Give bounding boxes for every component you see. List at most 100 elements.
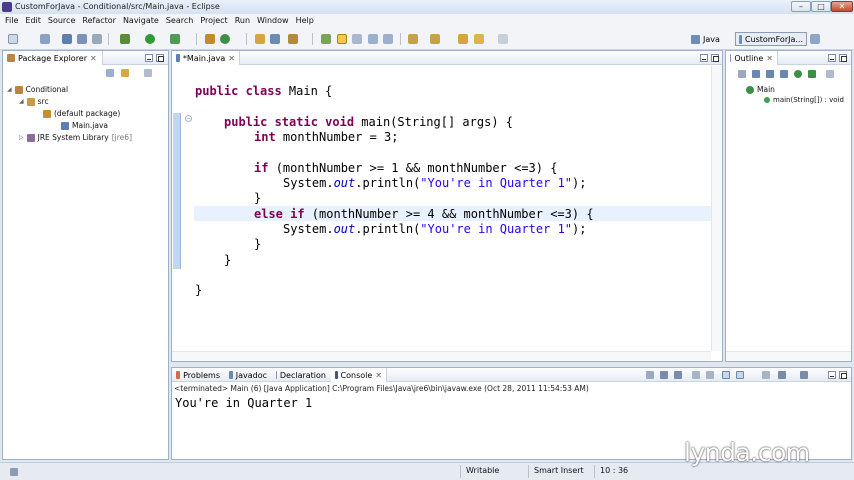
code-line[interactable]: } xyxy=(254,191,261,206)
show-whitespace-icon[interactable] xyxy=(368,34,378,44)
collapse-arrow-icon[interactable]: ▷ xyxy=(19,134,24,141)
previous-annotation-icon[interactable] xyxy=(430,34,440,44)
outline-item-method[interactable]: main(String[]) : void xyxy=(764,96,844,104)
new-java-package-icon[interactable] xyxy=(205,34,215,44)
close-icon[interactable]: ✕ xyxy=(90,54,97,63)
block-selection-icon[interactable] xyxy=(352,34,362,44)
debug-icon[interactable] xyxy=(120,34,130,44)
tree-item-main-java[interactable]: Main.java xyxy=(61,121,108,130)
menu-help[interactable]: Help xyxy=(294,14,319,28)
menu-navigate[interactable]: Navigate xyxy=(121,14,164,28)
toggle-annotation-icon[interactable] xyxy=(321,34,331,44)
menu-refactor[interactable]: Refactor xyxy=(80,14,121,28)
hide-non-public-icon[interactable] xyxy=(780,70,788,78)
tab-problems[interactable]: Problems xyxy=(172,368,224,382)
tab-package-explorer[interactable]: Package Explorer ✕ xyxy=(3,51,103,65)
hide-local-types-icon[interactable] xyxy=(794,70,802,78)
console-output[interactable]: You're in Quarter 1 xyxy=(175,396,312,410)
maximize-view-button[interactable] xyxy=(156,54,164,62)
code-line[interactable]: int monthNumber = 3; xyxy=(254,130,399,145)
editor-horizontal-scrollbar[interactable] xyxy=(172,351,711,361)
perspective-java[interactable]: Java xyxy=(688,32,723,46)
terminate-icon[interactable] xyxy=(646,371,654,379)
outline-item-class[interactable]: Main xyxy=(746,85,775,94)
minimize-view-button[interactable] xyxy=(145,54,153,62)
menu-edit[interactable]: Edit xyxy=(23,14,46,28)
save-icon[interactable] xyxy=(62,34,72,44)
view-menu-icon[interactable] xyxy=(144,69,152,77)
expand-arrow-icon[interactable]: ◢ xyxy=(7,86,12,93)
view-menu-icon[interactable] xyxy=(826,70,834,78)
menu-window[interactable]: Window xyxy=(255,14,294,28)
next-annotation-icon[interactable] xyxy=(408,34,418,44)
fold-toggle-icon[interactable]: − xyxy=(185,115,192,122)
close-icon[interactable]: ✕ xyxy=(228,54,235,63)
external-tools-icon[interactable] xyxy=(170,34,180,44)
maximize-editor-button[interactable] xyxy=(711,54,719,62)
minimize-view-button[interactable] xyxy=(828,371,836,379)
collapse-all-icon[interactable] xyxy=(106,69,114,77)
close-button[interactable]: ✕ xyxy=(831,1,853,12)
tree-item-default-package[interactable]: (default package) xyxy=(43,109,120,118)
pin-console-icon[interactable] xyxy=(762,371,770,379)
editor-vertical-scrollbar[interactable] xyxy=(711,66,722,351)
close-icon[interactable]: ✕ xyxy=(375,371,382,380)
outline-horizontal-scrollbar[interactable] xyxy=(726,351,851,361)
code-line[interactable]: else if (monthNumber >= 4 && monthNumber… xyxy=(254,207,594,222)
tree-item-project[interactable]: ◢ Conditional xyxy=(7,85,68,94)
print-icon[interactable] xyxy=(92,34,102,44)
menu-file[interactable]: File xyxy=(3,14,23,28)
open-perspective-icon[interactable] xyxy=(810,34,820,44)
tree-item-jre[interactable]: ▷ JRE System Library [jre6] xyxy=(19,133,132,142)
scroll-lock-icon[interactable] xyxy=(706,371,714,379)
hide-static-icon[interactable] xyxy=(766,70,774,78)
show-on-stdout-icon[interactable] xyxy=(722,371,730,379)
hide-fields-icon[interactable] xyxy=(752,70,760,78)
show-source-icon[interactable] xyxy=(383,34,393,44)
menu-run[interactable]: Run xyxy=(233,14,255,28)
expand-arrow-icon[interactable]: ◢ xyxy=(19,98,24,105)
tab-outline[interactable]: Outline ✕ xyxy=(726,51,778,65)
display-console-icon[interactable] xyxy=(778,371,786,379)
minimize-editor-button[interactable] xyxy=(700,54,708,62)
maximize-view-button[interactable] xyxy=(839,54,847,62)
back-icon[interactable] xyxy=(474,34,484,44)
focus-icon[interactable] xyxy=(808,70,816,78)
show-on-stderr-icon[interactable] xyxy=(736,371,744,379)
menu-source[interactable]: Source xyxy=(46,14,80,28)
last-edit-location-icon[interactable] xyxy=(458,34,468,44)
tab-javadoc[interactable]: Javadoc xyxy=(225,368,271,382)
maximize-button[interactable]: □ xyxy=(811,1,831,12)
code-line[interactable]: } xyxy=(224,253,231,268)
menu-search[interactable]: Search xyxy=(164,14,198,28)
code-line[interactable]: public class Main { xyxy=(195,84,332,99)
mark-occurrences-icon[interactable] xyxy=(337,34,347,44)
code-line[interactable]: System.out.println("You're in Quarter 1"… xyxy=(283,176,586,191)
tree-item-src[interactable]: ◢ src xyxy=(19,97,49,106)
search-icon[interactable] xyxy=(288,34,298,44)
tab-main-java[interactable]: *Main.java ✕ xyxy=(172,51,240,65)
maximize-view-button[interactable] xyxy=(839,371,847,379)
sort-icon[interactable] xyxy=(738,70,746,78)
code-line[interactable]: public static void main(String[] args) { xyxy=(224,115,513,130)
menu-project[interactable]: Project xyxy=(198,14,232,28)
new-icon[interactable] xyxy=(8,34,18,44)
minimize-button[interactable]: – xyxy=(791,1,811,12)
run-icon[interactable] xyxy=(145,34,155,44)
minimize-view-button[interactable] xyxy=(828,54,836,62)
code-line[interactable]: System.out.println("You're in Quarter 1"… xyxy=(283,222,586,237)
perspective-custom[interactable]: CustomForJa... xyxy=(735,32,807,46)
close-icon[interactable]: ✕ xyxy=(766,54,773,63)
remove-launch-icon[interactable] xyxy=(660,371,668,379)
clear-console-icon[interactable] xyxy=(692,371,700,379)
fast-view-icon[interactable] xyxy=(10,468,18,476)
link-with-editor-icon[interactable] xyxy=(121,69,129,77)
remove-all-icon[interactable] xyxy=(674,371,682,379)
code-line[interactable]: if (monthNumber >= 1 && monthNumber <=3)… xyxy=(254,161,557,176)
open-type-icon[interactable] xyxy=(255,34,265,44)
code-line[interactable]: } xyxy=(195,283,202,298)
open-console-icon[interactable] xyxy=(800,371,808,379)
open-task-icon[interactable] xyxy=(270,34,280,44)
new-wizard-icon[interactable] xyxy=(40,34,50,44)
code-line[interactable]: } xyxy=(254,237,261,252)
